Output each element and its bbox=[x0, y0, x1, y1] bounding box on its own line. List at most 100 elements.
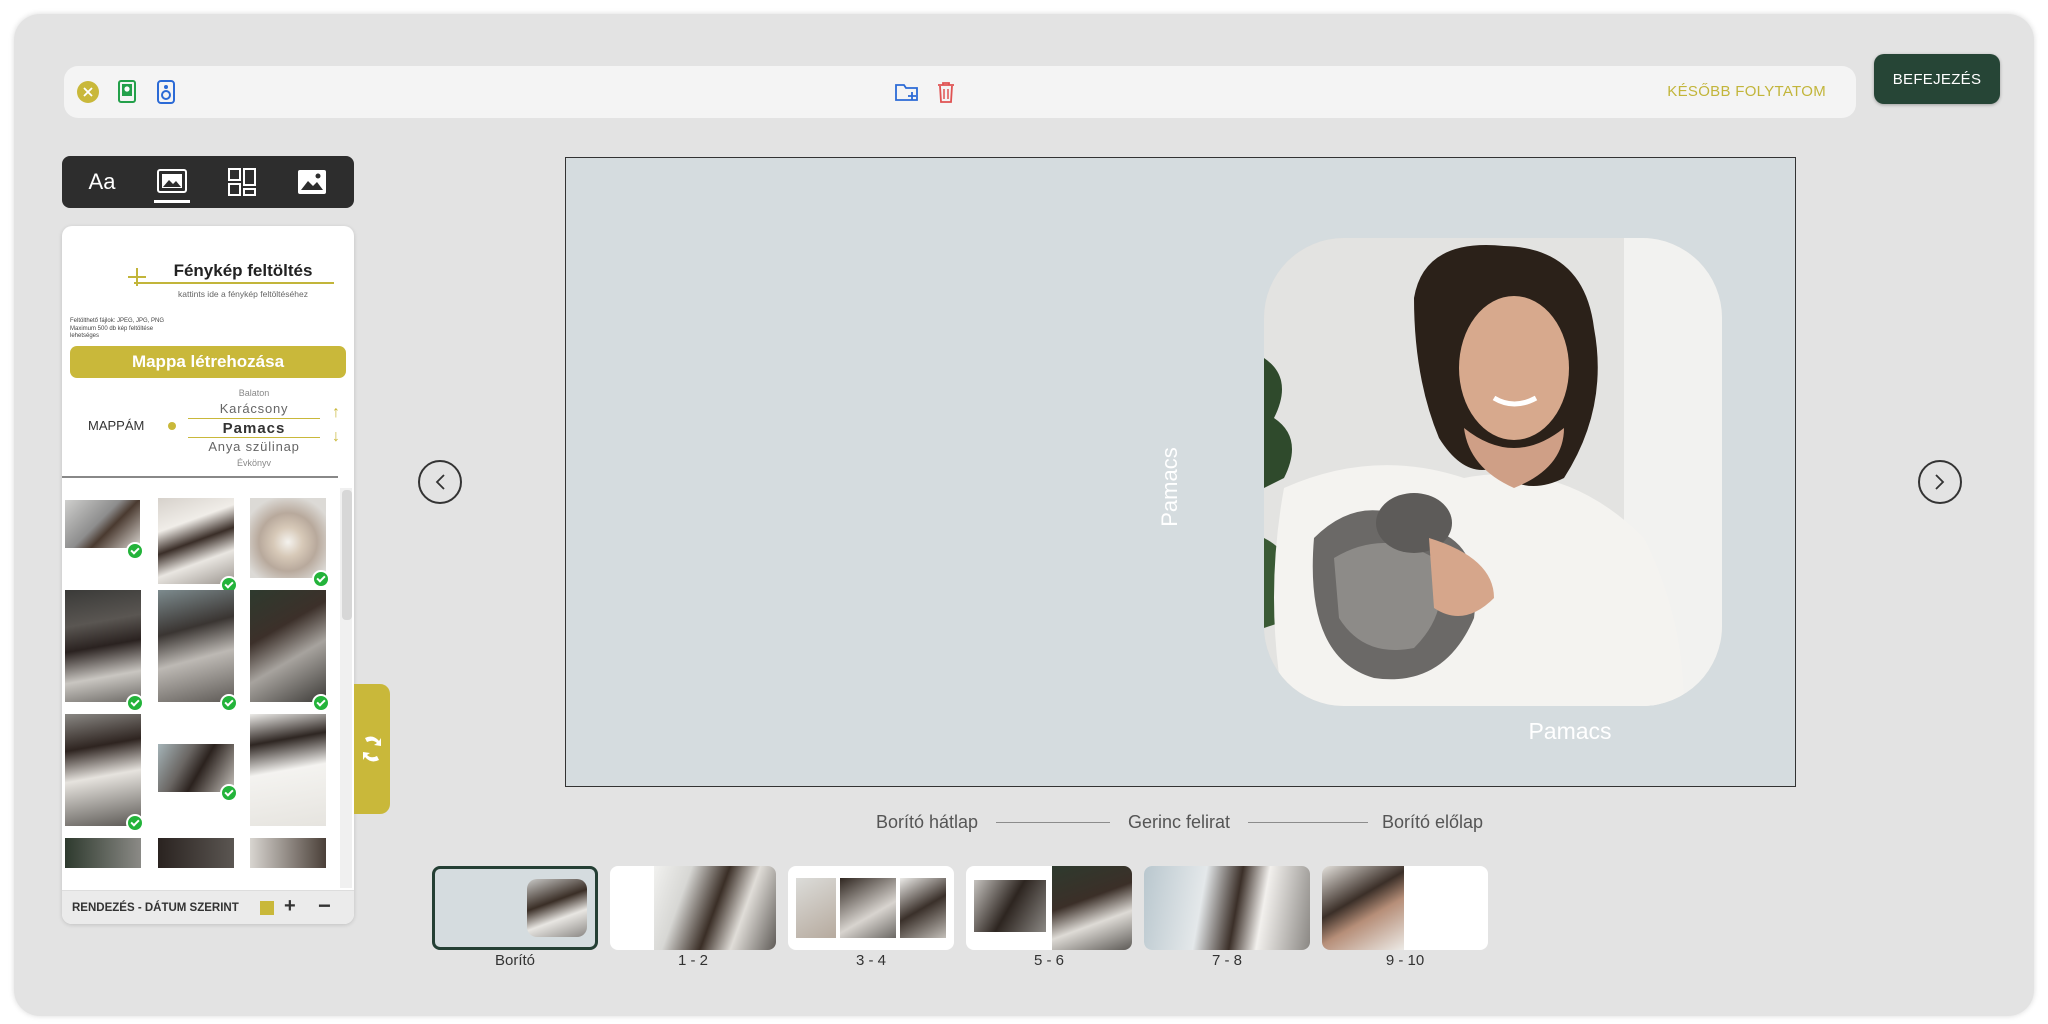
selected-check-icon bbox=[220, 784, 238, 802]
photo-gallery-icon bbox=[157, 169, 187, 193]
upload-info-line: Maximum 500 db kép feltöltése bbox=[70, 325, 154, 332]
panel-divider bbox=[62, 476, 338, 478]
zoom-out-icon[interactable]: − bbox=[318, 893, 331, 919]
page-label: 7 - 8 bbox=[1211, 952, 1242, 969]
create-folder-button[interactable]: Mappa létrehozása bbox=[70, 346, 346, 378]
page-thumb-image bbox=[796, 878, 836, 938]
photo-thumbnail[interactable] bbox=[65, 500, 140, 548]
finish-button[interactable]: BEFEJEZÉS bbox=[1874, 54, 2000, 104]
close-icon[interactable] bbox=[76, 80, 100, 104]
arrow-down-icon[interactable]: ↓ bbox=[332, 428, 340, 446]
photo-thumbnail[interactable] bbox=[250, 714, 326, 826]
selected-check-icon bbox=[312, 570, 330, 588]
zoom-in-icon[interactable]: + bbox=[284, 895, 296, 918]
upload-divider bbox=[134, 282, 334, 284]
folder-picker[interactable]: Balaton Karácsony Pamacs Anya szülinap É… bbox=[188, 386, 320, 470]
sort-label[interactable]: RENDEZÉS - DÁTUM SZERINT bbox=[72, 902, 239, 914]
selected-check-icon bbox=[126, 814, 144, 832]
prev-page-button[interactable] bbox=[418, 460, 462, 504]
upload-info: Feltölthető fájlok: JPEG, JPG, PNG Maxim… bbox=[70, 318, 180, 341]
page-thumb-image bbox=[527, 879, 587, 937]
page-label: 3 - 4 bbox=[855, 952, 886, 969]
page-thumb-image bbox=[654, 866, 776, 950]
tool-tabs: Aa bbox=[62, 156, 354, 208]
photo-grid bbox=[62, 480, 338, 900]
page-thumb-image bbox=[974, 880, 1046, 932]
book-preview-icon[interactable] bbox=[116, 80, 140, 104]
folder-option[interactable]: Évkönyv bbox=[188, 456, 320, 470]
photo-thumbnail[interactable] bbox=[158, 744, 234, 792]
upload-info-line: lehetséges bbox=[70, 333, 100, 339]
photo-thumbnail[interactable] bbox=[65, 838, 141, 868]
folder-option-selected[interactable]: Pamacs bbox=[188, 418, 320, 438]
spine-label: Gerinc felirat bbox=[1128, 812, 1231, 832]
folder-option[interactable]: Karácsony bbox=[188, 400, 320, 418]
panel-scrollbar-thumb[interactable] bbox=[342, 490, 352, 620]
page-thumb-image bbox=[840, 878, 896, 938]
page-label: Borító bbox=[494, 952, 536, 969]
page-thumb-3-4[interactable] bbox=[788, 866, 954, 950]
page-label: 1 - 2 bbox=[677, 952, 708, 969]
sort-bar: RENDEZÉS - DÁTUM SZERINT + − bbox=[62, 890, 354, 924]
chevron-right-icon bbox=[1935, 474, 1945, 490]
spine-text[interactable]: Pamacs bbox=[1157, 427, 1183, 547]
cover-photo[interactable] bbox=[1264, 238, 1722, 706]
selected-check-icon bbox=[312, 694, 330, 712]
image-icon bbox=[298, 170, 326, 194]
page-thumb-1-2[interactable] bbox=[610, 866, 776, 950]
folder-option[interactable]: Anya szülinap bbox=[188, 438, 320, 456]
page-thumb-image bbox=[1144, 866, 1310, 950]
swap-panel-button[interactable] bbox=[354, 684, 390, 814]
upload-subtitle[interactable]: kattints ide a fénykép feltöltéséhez bbox=[148, 289, 338, 299]
page-thumb-7-8[interactable] bbox=[1144, 866, 1310, 950]
page-thumb-image bbox=[900, 878, 946, 938]
text-tool-tab[interactable]: Aa bbox=[82, 164, 122, 200]
page-thumb-image bbox=[1322, 866, 1404, 950]
selected-check-icon bbox=[126, 542, 144, 560]
page-label: 9 - 10 bbox=[1385, 952, 1425, 969]
next-page-button[interactable] bbox=[1918, 460, 1962, 504]
folder-dot bbox=[168, 422, 176, 430]
cover-title[interactable]: Pamacs bbox=[1470, 718, 1670, 745]
trash-icon[interactable] bbox=[934, 80, 958, 104]
page-thumb-9-10[interactable] bbox=[1322, 866, 1488, 950]
selected-check-icon bbox=[126, 694, 144, 712]
label-divider bbox=[1248, 822, 1368, 823]
photo-panel: Fénykép feltöltés kattints ide a fénykép… bbox=[62, 226, 354, 924]
top-bar: KÉSŐBB FOLYTATOM bbox=[64, 66, 1856, 118]
label-divider bbox=[996, 822, 1110, 823]
photo-thumbnail[interactable] bbox=[65, 590, 141, 702]
chevron-left-icon bbox=[435, 474, 445, 490]
page-label: 5 - 6 bbox=[1033, 952, 1064, 969]
continue-later-link[interactable]: KÉSŐBB FOLYTATOM bbox=[1667, 83, 1826, 100]
cover-photo-image bbox=[1264, 238, 1722, 706]
add-folder-icon[interactable] bbox=[894, 80, 918, 104]
upload-title[interactable]: Fénykép feltöltés bbox=[148, 261, 338, 281]
photo-thumbnail[interactable] bbox=[158, 498, 234, 584]
layouts-tool-tab[interactable] bbox=[222, 164, 262, 200]
page-thumb-cover[interactable] bbox=[432, 866, 598, 950]
swap-arrows-icon bbox=[363, 736, 381, 762]
arrow-up-icon[interactable]: ↑ bbox=[332, 404, 340, 422]
app-frame: KÉSŐBB FOLYTATOM BEFEJEZÉS Aa Fénykép fe… bbox=[14, 14, 2034, 1016]
page-thumb-5-6[interactable] bbox=[966, 866, 1132, 950]
folder-option[interactable]: Balaton bbox=[188, 386, 320, 400]
photo-thumbnail[interactable] bbox=[158, 838, 234, 868]
front-cover-label: Borító előlap bbox=[1382, 812, 1484, 832]
upload-info-line: Feltölthető fájlok: JPEG, JPG, PNG bbox=[70, 318, 165, 324]
backgrounds-tool-tab[interactable] bbox=[292, 164, 332, 200]
speaker-icon[interactable] bbox=[154, 80, 178, 104]
layout-grid-icon bbox=[228, 168, 256, 196]
sort-color-swatch[interactable] bbox=[260, 901, 274, 915]
text-tool-label: Aa bbox=[88, 169, 116, 194]
my-folders-label: MAPPÁM bbox=[88, 418, 145, 433]
photo-thumbnail[interactable] bbox=[250, 498, 326, 578]
selected-check-icon bbox=[220, 694, 238, 712]
photo-thumbnail[interactable] bbox=[65, 714, 141, 826]
photo-thumbnail[interactable] bbox=[250, 838, 326, 868]
page-thumb-image bbox=[1052, 866, 1132, 950]
photo-thumbnail[interactable] bbox=[250, 590, 326, 702]
back-cover-label: Borító hátlap bbox=[876, 812, 979, 832]
photo-thumbnail[interactable] bbox=[158, 590, 234, 702]
photos-tool-tab[interactable] bbox=[152, 164, 192, 203]
